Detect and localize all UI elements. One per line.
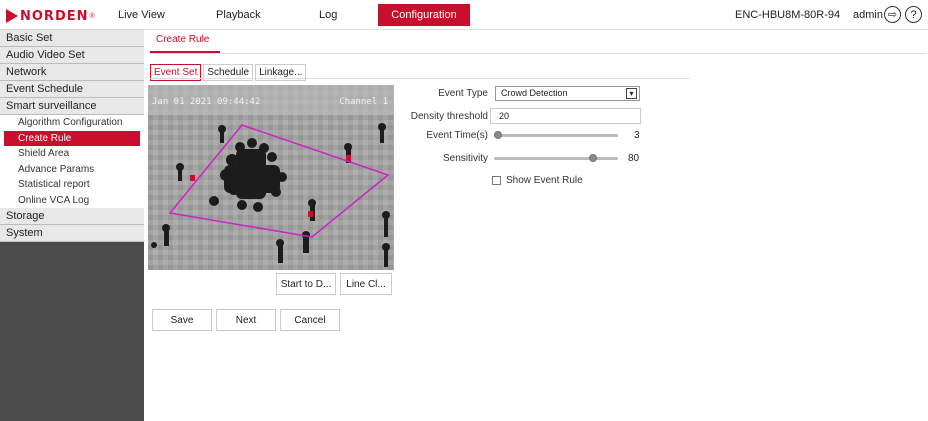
help-icon[interactable]: ? — [905, 6, 922, 23]
divider — [150, 78, 690, 79]
next-button[interactable]: Next — [216, 309, 276, 331]
top-bar: NORDEN ® Live View Playback Log Configur… — [0, 0, 928, 30]
sidebar-item-system[interactable]: System — [0, 225, 144, 242]
logo-registered-mark: ® — [89, 12, 95, 20]
sidebar-subitem-algorithm-configuration[interactable]: Algorithm Configuration — [0, 115, 144, 131]
sidebar-subitem-shield-area[interactable]: Shield Area — [0, 146, 144, 162]
sidebar-item-network[interactable]: Network — [0, 64, 144, 81]
video-timestamp: Jan 01 2021 09:44:42 — [152, 97, 261, 107]
sidebar-subitem-online-vca-log[interactable]: Online VCA Log — [0, 193, 144, 209]
event-time-label: Event Time(s) — [426, 130, 488, 141]
logo-arrow-icon — [6, 9, 18, 23]
sidebar-item-audio-video-set[interactable]: Audio Video Set — [0, 47, 144, 64]
sidebar-item-smart-surveillance[interactable]: Smart surveillance — [0, 98, 144, 115]
user-name[interactable]: admin — [853, 9, 883, 21]
logo-text: NORDEN — [20, 8, 89, 24]
event-time-value: 3 — [634, 130, 640, 141]
video-channel-label: Channel 1 — [339, 97, 388, 107]
camera-scene-image — [148, 85, 394, 270]
show-event-rule-label: Show Event Rule — [506, 175, 583, 186]
sidebar-subitem-advance-params[interactable]: Advance Params — [0, 162, 144, 178]
smart-surveillance-submenu: Algorithm Configuration Create Rule Shie… — [0, 115, 144, 208]
brand-logo: NORDEN ® — [6, 8, 95, 24]
nav-playback[interactable]: Playback — [216, 9, 261, 21]
nav-live-view[interactable]: Live View — [118, 9, 165, 21]
cancel-button[interactable]: Cancel — [280, 309, 340, 331]
density-threshold-label: Density threshold — [410, 111, 488, 122]
sensitivity-label: Sensitivity — [442, 153, 488, 164]
sidebar: Basic Set Audio Video Set Network Event … — [0, 30, 144, 421]
sidebar-item-event-schedule[interactable]: Event Schedule — [0, 81, 144, 98]
start-to-draw-button[interactable]: Start to D... — [276, 273, 336, 295]
tab-create-rule[interactable]: Create Rule — [156, 34, 209, 45]
nav-log[interactable]: Log — [319, 9, 337, 21]
main-panel: Create Rule Event Set Schedule Linkage..… — [144, 30, 928, 421]
divider — [150, 53, 926, 54]
sensitivity-value: 80 — [628, 153, 640, 164]
device-name: ENC-HBU8M-80R-94 — [735, 9, 841, 21]
slider-handle[interactable] — [589, 154, 598, 162]
line-clear-button[interactable]: Line Cl... — [340, 273, 392, 295]
event-type-value: Crowd Detection — [501, 88, 568, 98]
sidebar-item-storage[interactable]: Storage — [0, 208, 144, 225]
event-type-select[interactable]: Crowd Detection ▾ — [495, 86, 640, 101]
sidebar-subitem-create-rule[interactable]: Create Rule — [4, 130, 140, 146]
slider-track — [494, 157, 618, 160]
show-event-rule-checkbox[interactable] — [492, 176, 501, 185]
event-type-label: Event Type — [438, 88, 488, 99]
sidebar-subitem-statistical-report[interactable]: Statistical report — [0, 177, 144, 193]
sidebar-item-basic-set[interactable]: Basic Set — [0, 30, 144, 47]
logout-icon[interactable]: ⇨ — [884, 6, 901, 23]
video-preview[interactable]: Jan 01 2021 09:44:42 Channel 1 — [148, 85, 394, 270]
density-threshold-input[interactable]: 20 — [490, 108, 641, 124]
nav-configuration[interactable]: Configuration — [378, 4, 470, 26]
chevron-down-icon: ▾ — [626, 88, 637, 99]
save-button[interactable]: Save — [152, 309, 212, 331]
slider-track — [494, 134, 618, 137]
slider-handle[interactable] — [493, 131, 502, 139]
